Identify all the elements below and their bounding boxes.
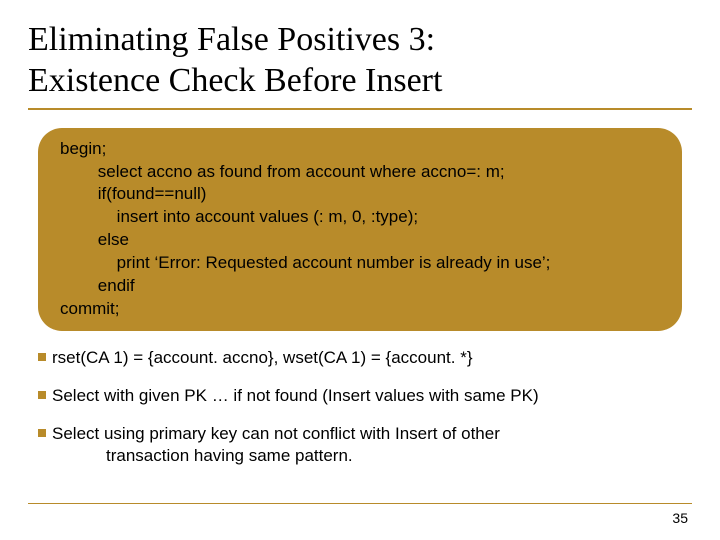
bullet-item: Select with given PK … if not found (Ins…: [38, 385, 682, 407]
slide-title: Eliminating False Positives 3: Existence…: [28, 20, 692, 110]
code-line: insert into account values (: m, 0, :typ…: [60, 206, 660, 229]
code-line: begin;: [60, 138, 660, 161]
page-number: 35: [672, 510, 688, 526]
bullet-list: rset(CA 1) = {account. accno}, wset(CA 1…: [28, 347, 692, 467]
code-line: commit;: [60, 298, 660, 321]
code-line: endif: [60, 275, 660, 298]
code-block: begin; select accno as found from accoun…: [38, 128, 682, 332]
code-line: else: [60, 229, 660, 252]
title-line-2: Existence Check Before Insert: [28, 62, 442, 99]
code-line: print ‘Error: Requested account number i…: [60, 252, 660, 275]
bullet-text: Select with given PK … if not found (Ins…: [52, 386, 539, 405]
bullet-text: rset(CA 1) = {account. accno}, wset(CA 1…: [52, 348, 473, 367]
title-line-1: Eliminating False Positives 3:: [28, 21, 435, 58]
footer-divider: [28, 503, 692, 504]
bullet-item: rset(CA 1) = {account. accno}, wset(CA 1…: [38, 347, 682, 369]
bullet-text: Select using primary key can not conflic…: [52, 424, 500, 443]
bullet-text-cont: transaction having same pattern.: [52, 445, 682, 467]
code-line: select accno as found from account where…: [60, 161, 660, 184]
bullet-item: Select using primary key can not conflic…: [38, 423, 682, 467]
code-line: if(found==null): [60, 183, 660, 206]
